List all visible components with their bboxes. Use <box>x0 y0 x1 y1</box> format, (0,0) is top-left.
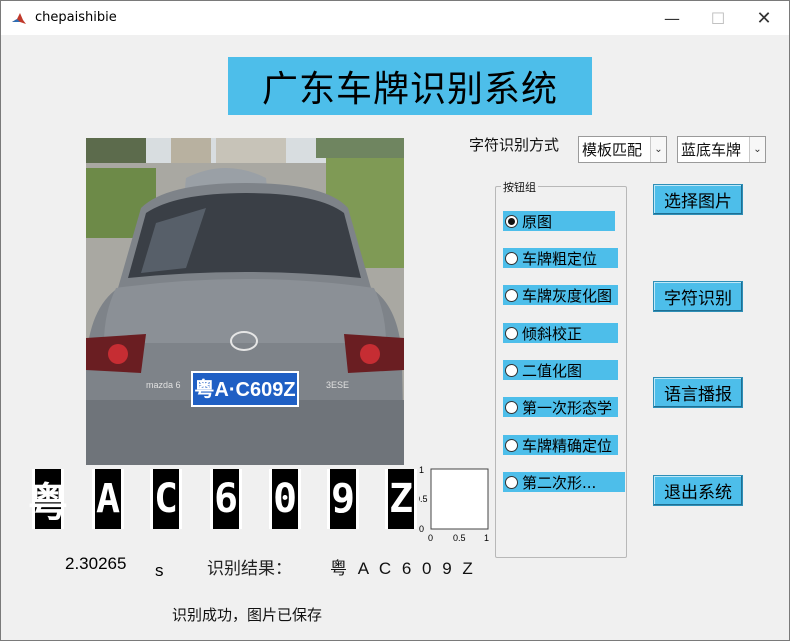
segmented-char-3: C <box>150 469 182 529</box>
segmented-char-2: A <box>92 469 124 529</box>
car-photo-drawing: 粤A·C609Z mazda 6 3ESE <box>86 138 404 465</box>
exit-button[interactable]: 退出系统 <box>653 475 743 506</box>
radio-label: 第一次形态学 <box>522 398 613 417</box>
radio-label: 车牌精确定位 <box>522 436 613 455</box>
result-value: 粤 A C 6 0 9 Z <box>330 559 476 578</box>
radio-dot <box>505 438 518 452</box>
maximize-button[interactable]: ☐ <box>695 1 741 35</box>
car-photo: 粤A·C609Z mazda 6 3ESE <box>86 138 404 465</box>
app-window: chepaishibie — ☐ ✕ 广东车牌识别系统 粤A·C609Z maz… <box>0 0 790 641</box>
brand-badge: mazda 6 <box>146 380 181 390</box>
segmented-char-1: 粤 <box>28 469 68 529</box>
page-title: 广东车牌识别系统 <box>228 57 592 115</box>
radio-tilt-correction[interactable]: 倾斜校正 <box>503 323 618 343</box>
radio-label: 车牌粗定位 <box>522 249 598 268</box>
radio-label: 第二次形... <box>522 473 597 492</box>
segmented-char-6: 9 <box>327 469 359 529</box>
radio-binarization[interactable]: 二值化图 <box>503 360 618 380</box>
radio-dot <box>505 475 518 489</box>
chevron-down-icon: ⌄ <box>650 137 666 162</box>
radio-dot <box>505 288 518 302</box>
radio-dot <box>505 363 518 377</box>
speak-button[interactable]: 语言播报 <box>653 377 743 408</box>
xtick-2: 0.5 <box>453 533 466 543</box>
select-image-button[interactable]: 选择图片 <box>653 184 743 215</box>
window-title: chepaishibie <box>35 10 117 25</box>
radio-dot <box>505 251 518 265</box>
empty-axes: 1 0.5 0 0 0.5 1 <box>415 463 491 545</box>
radio-original[interactable]: 原图 <box>503 211 615 231</box>
button-group-title: 按钮组 <box>501 179 538 195</box>
ytick-2: 0.5 <box>419 494 428 504</box>
minimize-button[interactable]: — <box>649 1 695 35</box>
plate-text: 粤A·C609Z <box>194 377 295 401</box>
chevron-down-icon: ⌄ <box>749 137 765 162</box>
empty-axes-plot: 1 0.5 0 0 0.5 1 <box>415 465 489 543</box>
radio-label: 倾斜校正 <box>522 324 583 343</box>
plate-type-select-value: 蓝底车牌 <box>681 141 742 159</box>
segmented-char-5: 0 <box>269 469 301 529</box>
radio-label: 车牌灰度化图 <box>522 286 613 305</box>
radio-grayscale[interactable]: 车牌灰度化图 <box>503 285 618 305</box>
radio-coarse-location[interactable]: 车牌粗定位 <box>503 248 618 268</box>
ytick-3: 0 <box>419 524 424 534</box>
radio-second-morphology[interactable]: 第二次形... <box>503 472 625 492</box>
method-select[interactable]: 模板匹配 ⌄ <box>578 136 667 163</box>
xtick-3: 1 <box>484 533 489 543</box>
ytick-1: 1 <box>419 465 424 475</box>
plate-type-select[interactable]: 蓝底车牌 ⌄ <box>677 136 766 163</box>
radio-first-morphology[interactable]: 第一次形态学 <box>503 397 618 417</box>
title-bar: chepaishibie — ☐ ✕ <box>1 1 789 35</box>
method-label: 字符识别方式 <box>469 136 560 154</box>
matlab-icon <box>11 11 27 27</box>
radio-dot <box>505 400 518 414</box>
radio-dot <box>505 214 518 228</box>
radio-dot <box>505 326 518 340</box>
close-button[interactable]: ✕ <box>741 1 787 35</box>
xtick-1: 0 <box>428 533 433 543</box>
method-select-value: 模板匹配 <box>582 141 643 159</box>
status-message: 识别成功，图片已保存 <box>172 606 323 624</box>
engine-badge: 3ESE <box>326 380 349 390</box>
result-label: 识别结果： <box>207 559 292 579</box>
elapsed-time-unit: s <box>155 561 164 580</box>
radio-label: 二值化图 <box>522 361 583 380</box>
segmented-char-7: Z <box>385 469 417 529</box>
elapsed-time-value: 2.30265 <box>65 554 127 573</box>
radio-precise-location[interactable]: 车牌精确定位 <box>503 435 618 455</box>
radio-label: 原图 <box>522 212 553 231</box>
recognize-button[interactable]: 字符识别 <box>653 281 743 312</box>
segmented-char-4: 6 <box>210 469 242 529</box>
